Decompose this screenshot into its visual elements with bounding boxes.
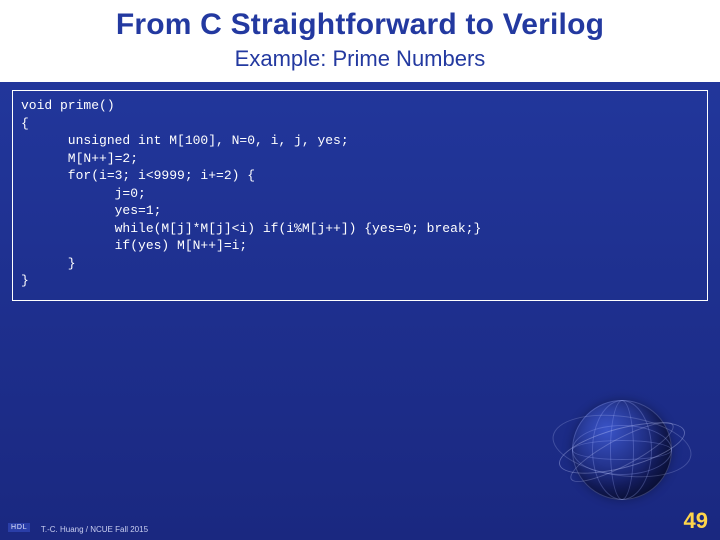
globe-icon xyxy=(552,380,692,520)
code-block: void prime() { unsigned int M[100], N=0,… xyxy=(12,90,708,301)
footer-box: HDL xyxy=(8,523,30,532)
footer: HDL T.-C. Huang / NCUE Fall 2015 49 xyxy=(8,508,708,534)
slide-subtitle: Example: Prime Numbers xyxy=(0,42,720,82)
slide-title: From C Straightforward to Verilog xyxy=(0,0,720,42)
page-number: 49 xyxy=(684,508,708,534)
footer-left: HDL T.-C. Huang / NCUE Fall 2015 xyxy=(8,516,148,534)
footer-credit: T.-C. Huang / NCUE Fall 2015 xyxy=(41,525,148,534)
